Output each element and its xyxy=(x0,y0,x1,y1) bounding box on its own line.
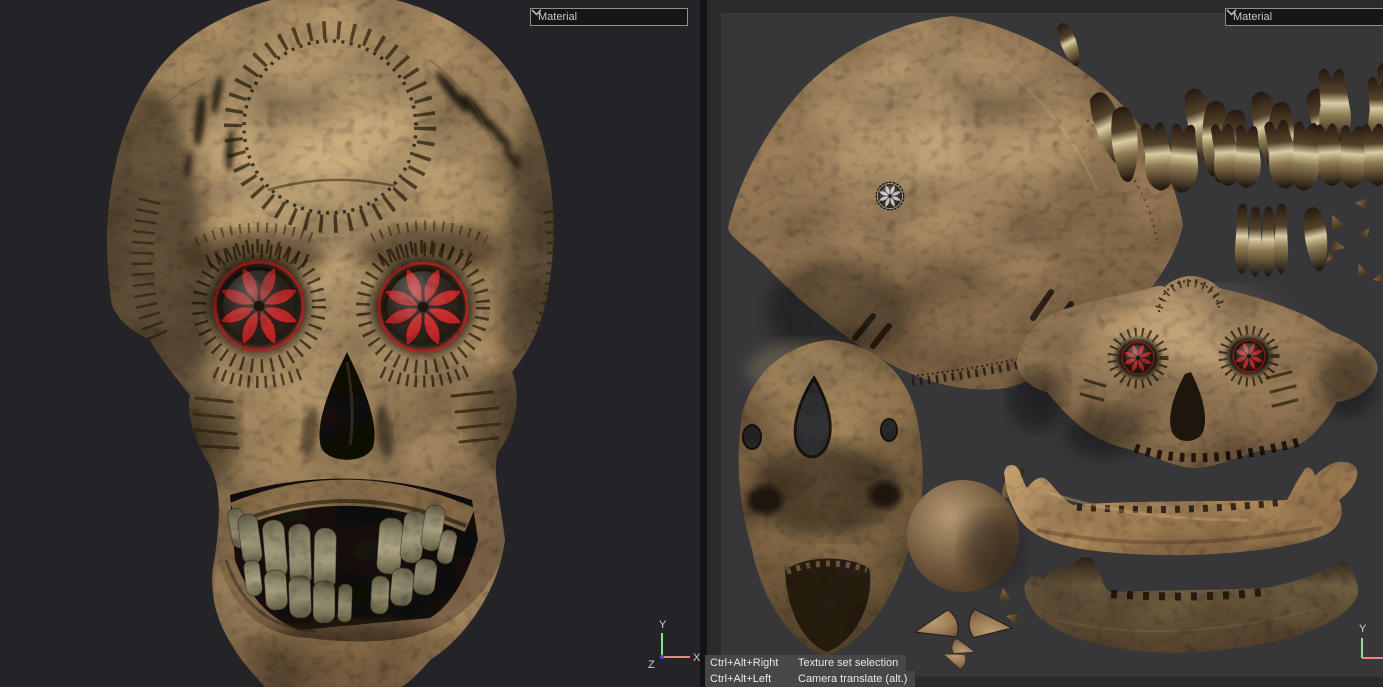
dropdown-value: Material xyxy=(1233,11,1272,23)
uv-island-skull-base xyxy=(739,340,923,656)
uv-islands-render xyxy=(707,0,1383,687)
texture-paint-app: Y X Z xyxy=(0,0,1383,687)
shortcut-hint-texture-set: Ctrl+Alt+Right Texture set selection xyxy=(705,655,906,672)
uv-island-jaw-bottom xyxy=(1025,557,1358,653)
skull-3d-render xyxy=(0,0,700,687)
shortcut-action: Camera translate (alt.) xyxy=(798,672,907,687)
uv-flower-motif-selection xyxy=(876,182,904,210)
dropdown-value: Material xyxy=(538,11,577,23)
viewport-2d-uv[interactable]: Y xyxy=(707,0,1383,687)
shortcut-keys: Ctrl+Alt+Left xyxy=(710,672,798,687)
shortcut-hint-camera-translate: Ctrl+Alt+Left Camera translate (alt.) xyxy=(705,671,915,687)
material-dropdown-2d[interactable]: Material xyxy=(1225,8,1383,26)
shortcut-keys: Ctrl+Alt+Right xyxy=(710,656,798,671)
viewport-divider[interactable] xyxy=(700,0,707,687)
uv-island-jaw-top xyxy=(1004,462,1357,555)
right-eye-gem-flower xyxy=(379,263,467,351)
viewport-3d[interactable]: Y X Z xyxy=(0,0,700,687)
left-eye-gem-flower xyxy=(215,262,303,350)
material-dropdown-3d[interactable]: Material xyxy=(530,8,688,26)
shortcut-action: Texture set selection xyxy=(798,656,898,671)
